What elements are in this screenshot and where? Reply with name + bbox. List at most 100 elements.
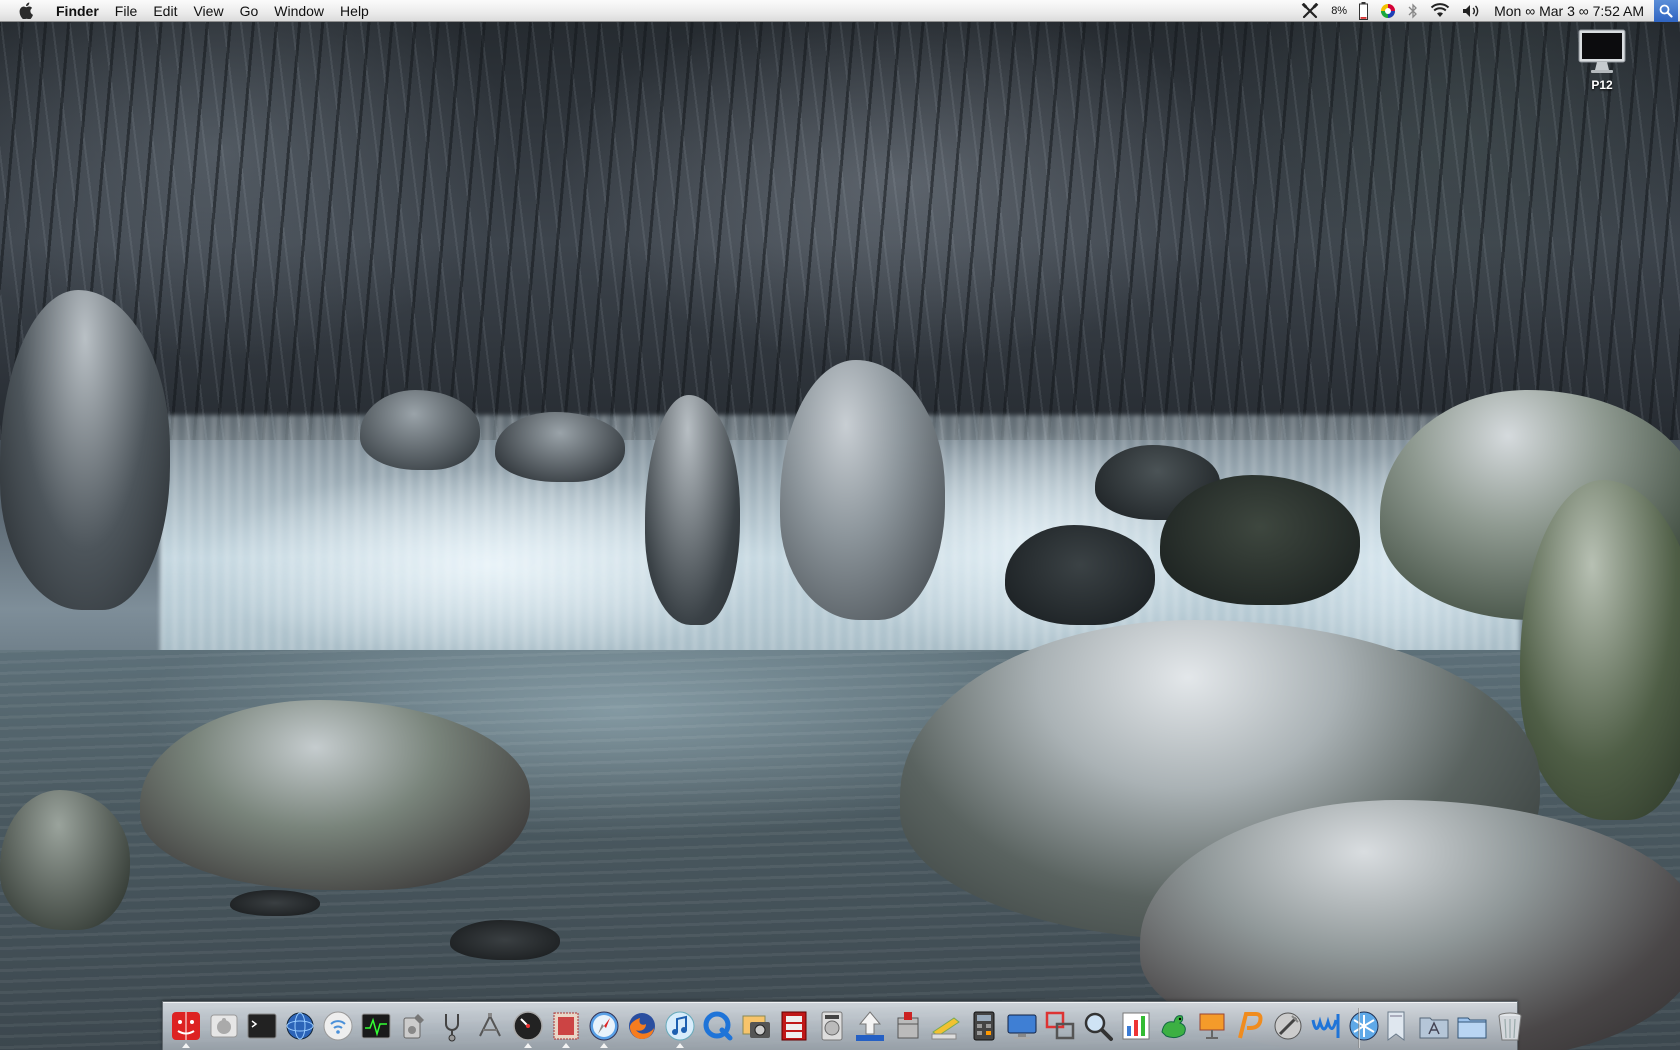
- dock-instruments[interactable]: [474, 1008, 506, 1044]
- dock-trash[interactable]: [1493, 1008, 1527, 1044]
- dock-applications-folder[interactable]: [1417, 1008, 1451, 1044]
- dock-iphoto[interactable]: [740, 1008, 772, 1044]
- dock-system-preferences[interactable]: [208, 1008, 240, 1044]
- menu-finder[interactable]: Finder: [54, 0, 107, 22]
- dock-stuffit[interactable]: [892, 1008, 924, 1044]
- wallpaper-rock: [450, 920, 560, 960]
- dock-presenter[interactable]: [1196, 1008, 1228, 1044]
- dock-inspector[interactable]: [1082, 1008, 1114, 1044]
- dock-downloads-folder[interactable]: [1455, 1008, 1489, 1044]
- dock-applications: [167, 1006, 1379, 1048]
- dock-finder[interactable]: [170, 1008, 202, 1048]
- script-scroll-icon: [1274, 1012, 1302, 1040]
- duck-icon: [1161, 1015, 1186, 1039]
- desktop-wallpaper: [0, 0, 1680, 1050]
- volume-icon[interactable]: [1462, 0, 1480, 22]
- screens-sharing-icon: [1045, 1011, 1075, 1040]
- firefox-icon: [629, 1013, 655, 1040]
- dock: [162, 1001, 1522, 1050]
- tools-icon: [479, 1013, 501, 1037]
- dock-flickr-uploadr[interactable]: [854, 1008, 886, 1044]
- pencil-icon: [931, 1017, 960, 1040]
- battery-percent[interactable]: 8%: [1331, 0, 1347, 22]
- magnifier-icon: [1084, 1012, 1113, 1041]
- dock-dvd-player[interactable]: [816, 1008, 848, 1044]
- parallels-icon: [1238, 1012, 1263, 1039]
- stethoscope-icon: [445, 1014, 459, 1042]
- dock-documents-area: [1377, 1006, 1529, 1046]
- wallpaper-rock: [1160, 475, 1360, 605]
- safari-compass-icon: [589, 1011, 619, 1041]
- menu-bar: Finder File Edit View Go Window Help 8%: [0, 0, 1680, 22]
- menu-view[interactable]: View: [185, 0, 231, 22]
- dock-preview[interactable]: [930, 1008, 962, 1044]
- trash-icon: [1498, 1012, 1522, 1041]
- bluetooth-icon[interactable]: [1408, 0, 1418, 22]
- dock-wireless-diagnostics[interactable]: [1310, 1008, 1342, 1044]
- dashboard-gauge-icon: [513, 1011, 543, 1041]
- menu-help[interactable]: Help: [332, 0, 377, 22]
- disk-utility-icon: [403, 1014, 424, 1039]
- wallpaper-rock: [140, 700, 530, 890]
- dock-documents-stack[interactable]: [1379, 1008, 1413, 1044]
- tools-icon[interactable]: [1301, 0, 1319, 22]
- wifi-icon: [323, 1011, 353, 1041]
- menubar-clock[interactable]: Mon ∞ Mar 3 ∞ 7:52 AM: [1494, 0, 1644, 22]
- dock-keychain[interactable]: [436, 1008, 468, 1044]
- apple-logo-icon: [210, 1014, 238, 1038]
- menu-file[interactable]: File: [107, 0, 146, 22]
- wallpaper-rock: [1005, 525, 1155, 625]
- dock-dashboard[interactable]: [512, 1008, 544, 1048]
- dock-script-editor[interactable]: [1272, 1008, 1304, 1044]
- desktop-volume-label: P12: [1591, 78, 1613, 92]
- document-stack-icon: [1387, 1011, 1405, 1041]
- wallpaper-rock: [645, 395, 740, 625]
- snowflake-icon: [1349, 1011, 1379, 1041]
- monitor-icon: [1007, 1014, 1037, 1039]
- menu-go[interactable]: Go: [232, 0, 267, 22]
- dock-itunes[interactable]: [664, 1008, 696, 1048]
- wallpaper-rock: [230, 890, 320, 916]
- menu-window[interactable]: Window: [266, 0, 332, 22]
- dock-snowflake-app[interactable]: [1348, 1008, 1380, 1044]
- menu-extras: 8% Mon ∞ Mar 3 ∞ 7:52 AM: [1295, 0, 1680, 22]
- dock-calculator[interactable]: [968, 1008, 1000, 1044]
- dock-disk-utility[interactable]: [398, 1008, 430, 1044]
- apple-menu-icon[interactable]: [18, 2, 36, 20]
- dock-airport-utility[interactable]: [322, 1008, 354, 1044]
- dock-vnc[interactable]: [1044, 1008, 1076, 1044]
- dock-activity-monitor[interactable]: [360, 1008, 392, 1044]
- package-icon: [897, 1012, 919, 1039]
- menu-edit[interactable]: Edit: [145, 0, 185, 22]
- dock-network-utility[interactable]: [284, 1008, 316, 1044]
- spotlight-icon[interactable]: [1654, 0, 1678, 22]
- activity-monitor-icon: [361, 1013, 391, 1039]
- display-icon: [1578, 29, 1626, 73]
- wifi-icon[interactable]: [1430, 0, 1450, 22]
- dvd-icon: [821, 1011, 843, 1041]
- desktop-volume-p12[interactable]: P12: [1572, 28, 1632, 92]
- photo-strip-icon: [781, 1011, 807, 1041]
- wallpaper-rock: [0, 790, 130, 930]
- wallpaper-rock: [495, 412, 625, 482]
- dock-quicktime[interactable]: [702, 1008, 734, 1044]
- dock-photo-booth[interactable]: [778, 1008, 810, 1044]
- color-sync-icon[interactable]: [1380, 0, 1396, 22]
- dock-stamps-app[interactable]: [550, 1008, 582, 1048]
- dock-safari[interactable]: [588, 1008, 620, 1048]
- network-globe-icon: [286, 1012, 314, 1040]
- terminal-icon: [247, 1013, 277, 1039]
- dock-cyberduck[interactable]: [1158, 1008, 1190, 1044]
- dock-terminal[interactable]: [246, 1008, 278, 1044]
- dock-grapher[interactable]: [1120, 1008, 1152, 1044]
- dock-remote-desktop[interactable]: [1006, 1008, 1038, 1044]
- dock-divider: [1358, 1008, 1360, 1048]
- wallpaper-rock: [360, 390, 480, 470]
- applications-folder-icon: [1419, 1017, 1449, 1039]
- dock-parallels[interactable]: [1234, 1008, 1266, 1044]
- finder-icon: [172, 1012, 200, 1040]
- battery-icon[interactable]: [1359, 0, 1369, 22]
- presentation-icon: [1199, 1013, 1225, 1039]
- stamp-icon: [553, 1012, 579, 1040]
- dock-firefox[interactable]: [626, 1008, 658, 1044]
